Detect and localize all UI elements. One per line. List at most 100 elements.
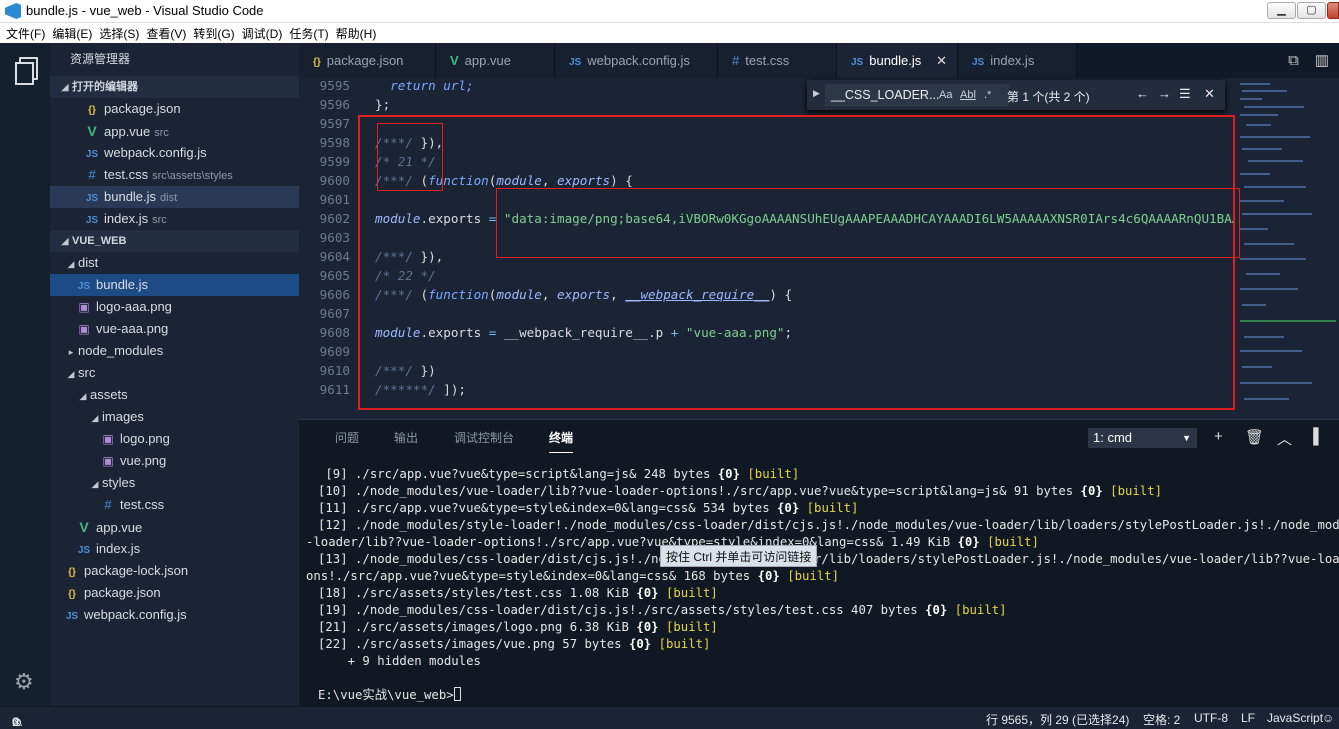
chevron-down-icon: ◢	[61, 82, 69, 92]
line-ending[interactable]: LF	[1241, 711, 1255, 725]
folder-node-modules[interactable]: ▸ node_modules	[50, 340, 299, 362]
folder-src[interactable]: ◢ src	[50, 362, 299, 384]
split-preview-icon[interactable]: ⧉	[1288, 52, 1299, 69]
next-match-icon[interactable]: →	[1158, 86, 1171, 101]
tab-output[interactable]: 输出	[394, 429, 418, 446]
gear-icon[interactable]: ⚙	[14, 669, 34, 695]
open-editor-item[interactable]: JS index.js src	[50, 208, 299, 230]
split-editor-icon[interactable]: ▥	[1315, 52, 1329, 69]
workspace-header[interactable]: ◢ VUE_WEB	[50, 230, 299, 252]
minimap[interactable]	[1234, 78, 1339, 419]
tab-app-vue[interactable]: Vapp.vue	[436, 43, 555, 78]
image-file-icon: ▣	[102, 432, 114, 446]
menu-edit[interactable]: 编辑(E)	[46, 23, 92, 42]
close-icon[interactable]: ✕	[936, 43, 947, 78]
trash-icon[interactable]: 🗑	[1245, 428, 1264, 446]
file-logo-aaa-png[interactable]: ▣ logo-aaa.png	[50, 296, 299, 318]
line-number: 9595	[319, 78, 350, 93]
file-index-js[interactable]: JS index.js	[50, 538, 299, 560]
tab-test-css[interactable]: # test.css	[718, 43, 837, 78]
find-in-selection-icon[interactable]: ☰	[1179, 86, 1191, 102]
menu-tasks[interactable]: 任务(T)	[283, 23, 328, 42]
file-logo-png[interactable]: ▣ logo.png	[50, 428, 299, 450]
tab-problems[interactable]: 问题	[335, 429, 359, 446]
open-editor-item-active[interactable]: JS bundle.js dist	[50, 186, 299, 208]
js-file-icon: JS	[972, 57, 985, 68]
close-panel-icon[interactable]: ▐	[1308, 428, 1319, 445]
minimize-button[interactable]: ▁	[1267, 2, 1296, 19]
vue-file-icon: V	[87, 123, 97, 139]
js-file-icon: JS	[77, 545, 91, 556]
terminal-line: [10] ./node_modules/vue-loader/lib??vue-…	[318, 484, 1162, 498]
image-file-icon: ▣	[102, 454, 114, 468]
open-editor-item[interactable]: JS webpack.config.js	[50, 142, 299, 164]
folder-dist[interactable]: ◢ dist	[50, 252, 299, 274]
menu-goto[interactable]: 转到(G)	[187, 23, 234, 42]
line-number: 9601	[319, 192, 350, 207]
tab-package-json[interactable]: {} package.json	[299, 43, 436, 78]
file-bundle-js[interactable]: JS bundle.js	[50, 274, 299, 296]
line-number: 9609	[319, 344, 350, 359]
whole-word-toggle[interactable]: Abl	[960, 89, 976, 101]
line-number: 9597	[319, 116, 350, 131]
plus-icon[interactable]: +	[1214, 428, 1223, 445]
chevron-down-icon: ◢	[67, 259, 75, 269]
cursor-position[interactable]: 行 9565，列 29 (已选择24)	[986, 711, 1129, 728]
close-button[interactable]	[1327, 2, 1339, 19]
menu-selection[interactable]: 选择(S)	[93, 23, 139, 42]
folder-images[interactable]: ◢ images	[50, 406, 299, 428]
file-vue-aaa-png[interactable]: ▣ vue-aaa.png	[50, 318, 299, 340]
menu-debug[interactable]: 调试(D)	[236, 23, 283, 42]
file-package-json[interactable]: {} package.json	[50, 582, 299, 604]
line-number: 9600	[319, 173, 350, 188]
open-editor-item[interactable]: {} package.json	[50, 98, 299, 120]
terminal-prompt: E:\vue实战\vue_web>	[318, 687, 461, 704]
js-file-icon: JS	[77, 281, 91, 292]
open-editors-header[interactable]: ◢ 打开的编辑器	[50, 76, 299, 98]
tab-debug-console[interactable]: 调试控制台	[454, 429, 514, 446]
tab-terminal[interactable]: 终端	[549, 429, 574, 453]
menu-file[interactable]: 文件(F)	[0, 23, 45, 42]
file-app-vue[interactable]: Vapp.vue	[50, 516, 299, 538]
encoding[interactable]: UTF-8	[1194, 711, 1228, 725]
find-widget: ▶ __CSS_LOADER... Aa Abl .* 第 1 个(共 2 个)…	[807, 80, 1225, 110]
code-line: return url;	[375, 78, 474, 93]
line-number: 9596	[319, 97, 350, 112]
language-mode[interactable]: JavaScript	[1267, 711, 1323, 725]
file-webpack-config-js[interactable]: JS webpack.config.js	[50, 604, 299, 626]
indentation[interactable]: 空格: 2	[1143, 711, 1180, 728]
match-case-toggle[interactable]: Aa	[939, 89, 952, 101]
terminal-line: [18] ./src/assets/styles/test.css 1.08 K…	[318, 586, 718, 600]
menu-view[interactable]: 查看(V)	[140, 23, 186, 42]
previous-match-icon[interactable]: ←	[1136, 86, 1149, 101]
regex-toggle[interactable]: .*	[984, 89, 991, 101]
close-icon[interactable]: ✕	[1204, 86, 1215, 102]
smiley-icon[interactable]: ☺	[1322, 711, 1334, 725]
terminal-select[interactable]: 1: cmd ▼	[1088, 428, 1197, 448]
chevron-right-icon[interactable]: ▶	[813, 88, 820, 99]
tab-bundle-js[interactable]: JS bundle.js ✕	[837, 43, 958, 78]
find-result-count: 第 1 个(共 2 个)	[1007, 90, 1090, 104]
status-bar: ⊗ 0 ⚠ 0 行 9565，列 29 (已选择24) 空格: 2 UTF-8 …	[0, 706, 1339, 729]
file-test-css[interactable]: # test.css	[50, 494, 299, 516]
find-input[interactable]: __CSS_LOADER...	[825, 84, 1009, 106]
explorer-icon[interactable]	[15, 57, 38, 85]
open-editor-item[interactable]: # test.css src\assets\styles	[50, 164, 299, 186]
file-package-lock-json[interactable]: {} package-lock.json	[50, 560, 299, 582]
chevron-up-icon[interactable]: ︿	[1277, 428, 1292, 449]
folder-assets[interactable]: ◢ assets	[50, 384, 299, 406]
open-editor-item[interactable]: Vapp.vue src	[50, 120, 299, 142]
title-bar: bundle.js - vue_web - Visual Studio Code…	[0, 0, 1339, 23]
vue-file-icon: V	[79, 519, 89, 535]
tab-webpack-config-js[interactable]: JS webpack.config.js	[555, 43, 718, 78]
editor-area: {} package.json Vapp.vue JS webpack.config…	[299, 43, 1339, 419]
file-vue-png[interactable]: ▣ vue.png	[50, 450, 299, 472]
tab-index-js[interactable]: JS index.js	[958, 43, 1077, 78]
chevron-down-icon: ◢	[91, 413, 99, 423]
chevron-down-icon: ▼	[1182, 433, 1191, 443]
terminal-output[interactable]: [9] ./src/app.vue?vue&type=script&lang=j…	[299, 462, 1339, 707]
highlight-box	[496, 188, 1240, 258]
folder-styles[interactable]: ◢ styles	[50, 472, 299, 494]
maximize-button[interactable]: ▢	[1297, 2, 1326, 19]
menu-help[interactable]: 帮助(H)	[330, 23, 377, 42]
